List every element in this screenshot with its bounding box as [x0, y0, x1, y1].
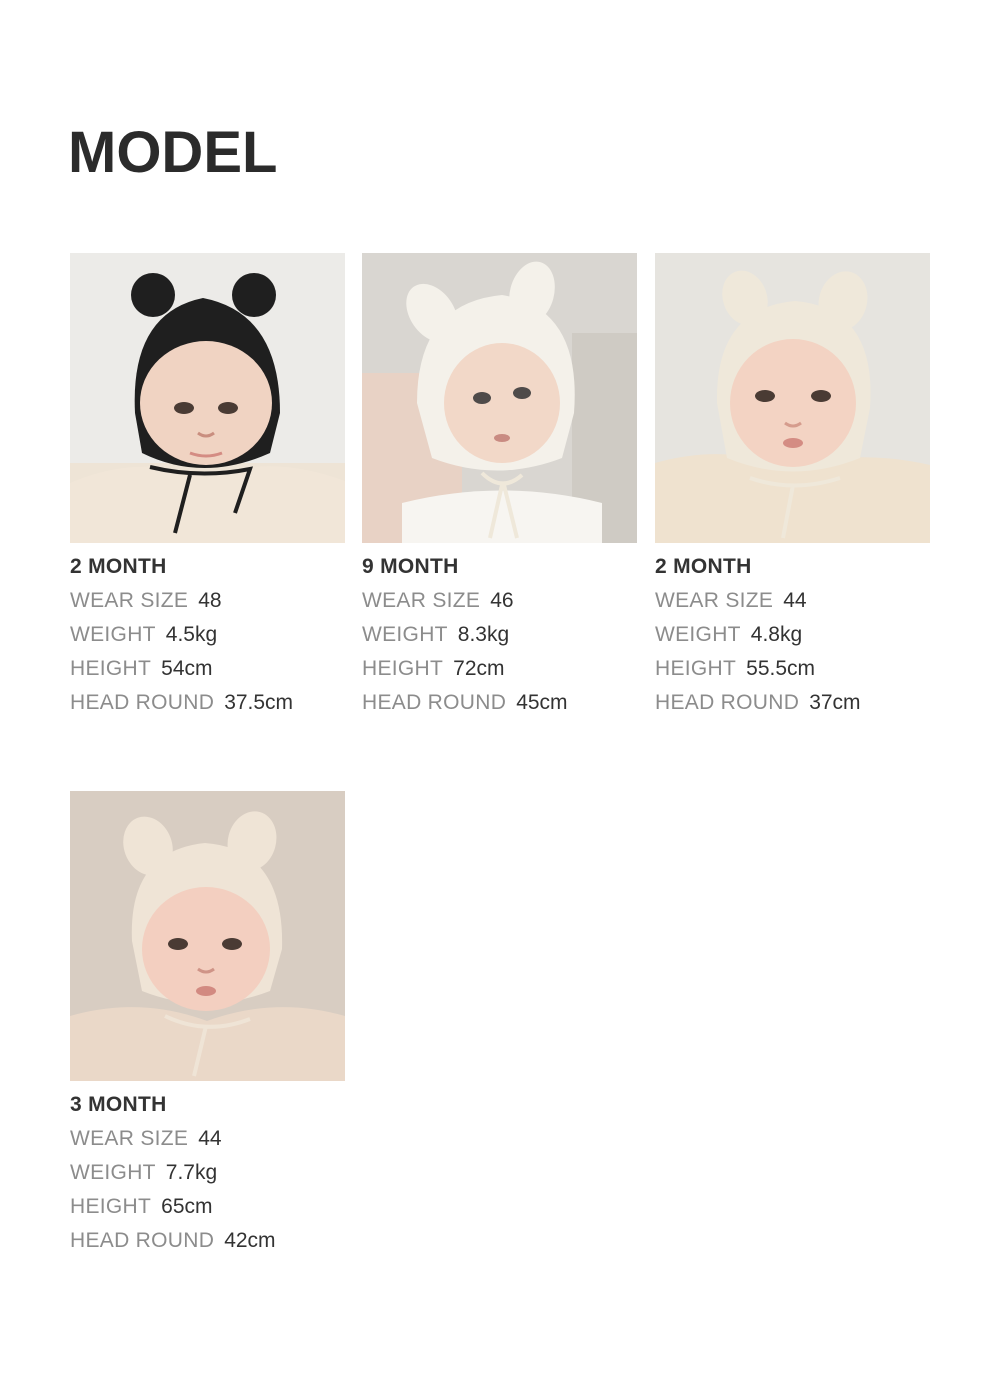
model-age: 3 MONTH — [70, 1093, 167, 1116]
spec-head-round: HEAD ROUND 45cm — [362, 691, 638, 715]
model-photo — [655, 253, 930, 543]
spec-head-round: HEAD ROUND 37.5cm — [70, 691, 346, 715]
spec-label: HEAD ROUND — [70, 691, 215, 714]
spec-value: 54cm — [161, 657, 213, 680]
spec-value: 7.7kg — [165, 1161, 218, 1184]
spec-height: HEIGHT 65cm — [70, 1195, 346, 1219]
spec-value: 37cm — [809, 691, 861, 714]
model-card: 2 MONTH WEAR SIZE 48 WEIGHT 4.5kg HEIGHT 54… — [70, 253, 346, 715]
spec-label: WEIGHT — [362, 623, 448, 646]
spec-value: 44 — [198, 1127, 222, 1150]
spec-label: WEAR SIZE — [70, 589, 189, 612]
spec-label: WEAR SIZE — [362, 589, 481, 612]
spec-value: 4.8kg — [750, 623, 803, 646]
model-age: 9 MONTH — [362, 555, 459, 578]
spec-value: 42cm — [224, 1229, 276, 1252]
spec-label: HEAD ROUND — [655, 691, 800, 714]
spec-value: 65cm — [161, 1195, 213, 1218]
spec-value: 55.5cm — [746, 657, 816, 680]
spec-wear-size: WEAR SIZE 44 — [70, 1127, 346, 1151]
spec-label: HEIGHT — [70, 657, 152, 680]
spec-wear-size: WEAR SIZE 44 — [655, 589, 931, 613]
spec-value: 46 — [490, 589, 514, 612]
spec-value: 37.5cm — [224, 691, 294, 714]
model-age: 2 MONTH — [655, 555, 752, 578]
model-card: 3 MONTH WEAR SIZE 44 WEIGHT 7.7kg HEIGHT 65… — [70, 791, 346, 1253]
spec-weight: WEIGHT 7.7kg — [70, 1161, 346, 1185]
spec-weight: WEIGHT 4.8kg — [655, 623, 931, 647]
spec-label: HEAD ROUND — [70, 1229, 215, 1252]
spec-label: WEIGHT — [70, 623, 156, 646]
spec-weight: WEIGHT 8.3kg — [362, 623, 638, 647]
model-age: 2 MONTH — [70, 555, 167, 578]
spec-height: HEIGHT 54cm — [70, 657, 346, 681]
model-card: 2 MONTH WEAR SIZE 44 WEIGHT 4.8kg HEIGHT 55… — [655, 253, 931, 715]
spec-label: WEIGHT — [70, 1161, 156, 1184]
spec-value: 8.3kg — [457, 623, 510, 646]
spec-label: HEIGHT — [362, 657, 444, 680]
spec-wear-size: WEAR SIZE 46 — [362, 589, 638, 613]
spec-weight: WEIGHT 4.5kg — [70, 623, 346, 647]
spec-value: 45cm — [516, 691, 568, 714]
model-photo — [70, 791, 345, 1081]
spec-value: 44 — [783, 589, 807, 612]
model-card: 9 MONTH WEAR SIZE 46 WEIGHT 8.3kg HEIGHT 72… — [362, 253, 638, 715]
model-photo — [362, 253, 637, 543]
spec-label: HEIGHT — [70, 1195, 152, 1218]
spec-label: WEAR SIZE — [70, 1127, 189, 1150]
page-title: MODEL — [68, 120, 278, 185]
spec-value: 4.5kg — [165, 623, 218, 646]
spec-wear-size: WEAR SIZE 48 — [70, 589, 346, 613]
spec-label: HEAD ROUND — [362, 691, 507, 714]
spec-value: 72cm — [453, 657, 505, 680]
spec-height: HEIGHT 72cm — [362, 657, 638, 681]
model-photo — [70, 253, 345, 543]
spec-height: HEIGHT 55.5cm — [655, 657, 931, 681]
spec-label: WEIGHT — [655, 623, 741, 646]
spec-label: HEIGHT — [655, 657, 737, 680]
spec-label: WEAR SIZE — [655, 589, 774, 612]
spec-head-round: HEAD ROUND 37cm — [655, 691, 931, 715]
spec-value: 48 — [198, 589, 222, 612]
spec-head-round: HEAD ROUND 42cm — [70, 1229, 346, 1253]
